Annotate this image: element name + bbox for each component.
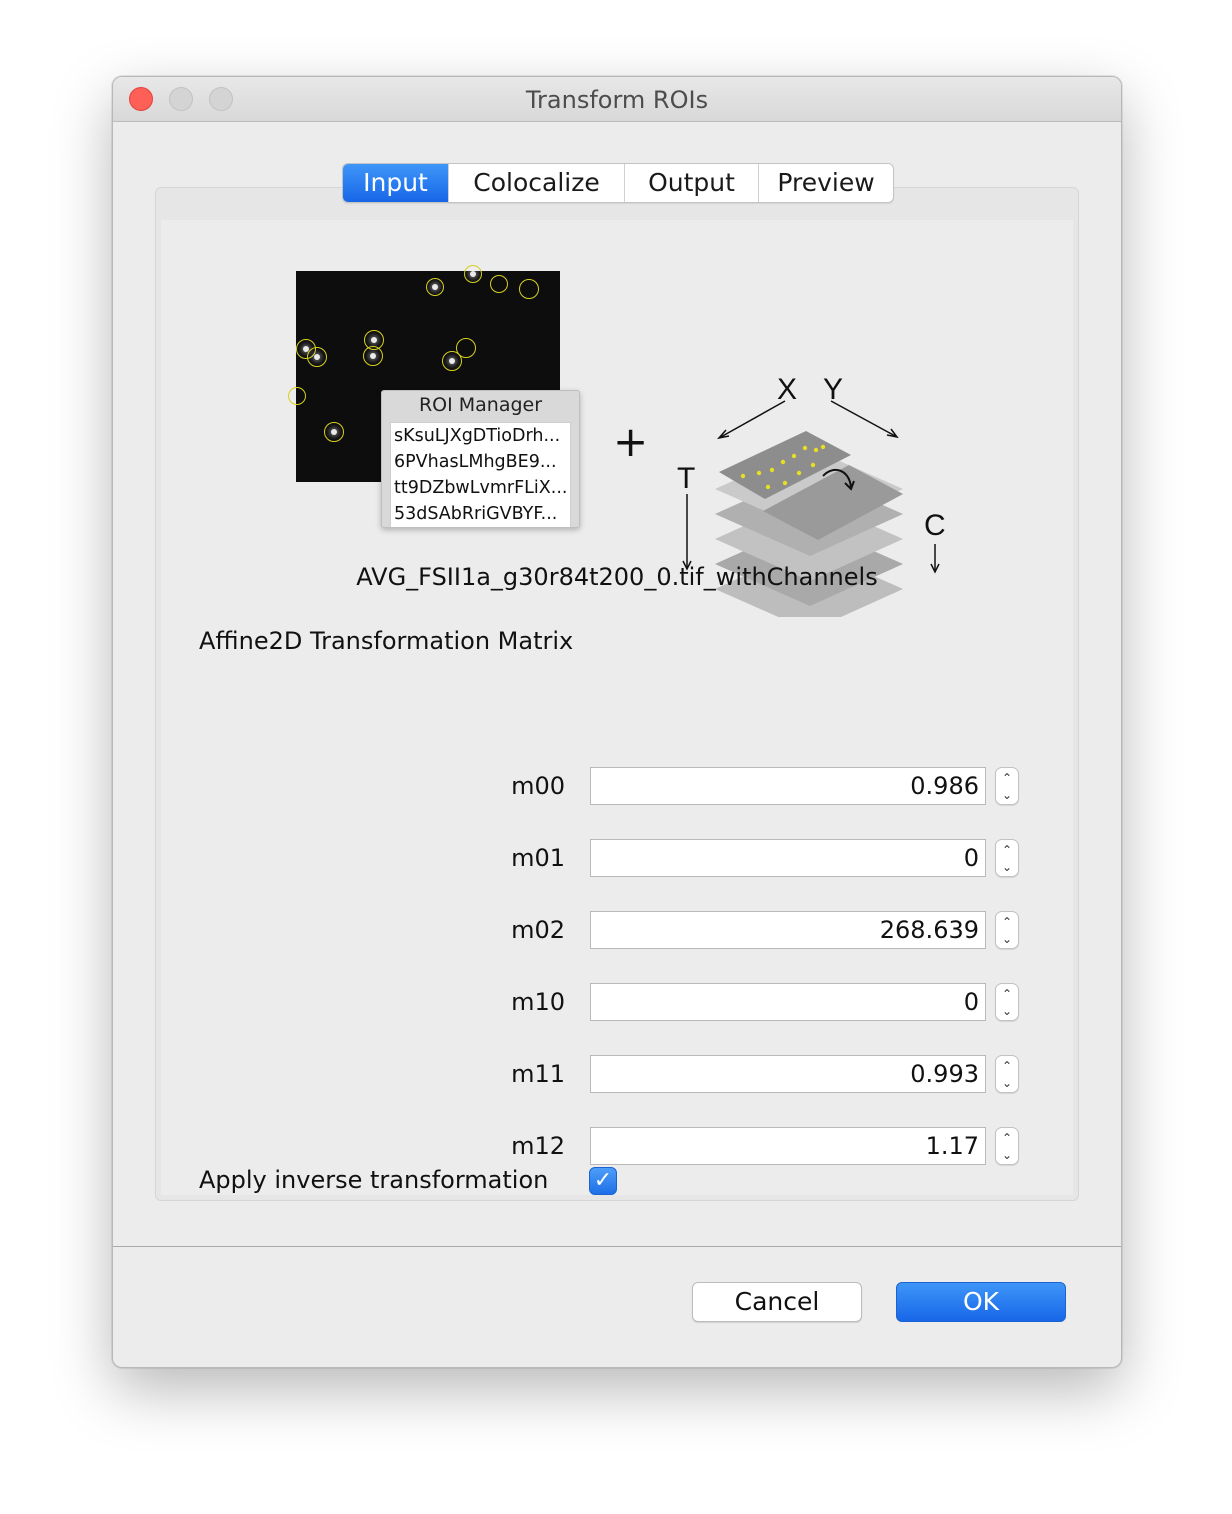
roi-list-item: 6PVhasLMhgBE9...: [394, 452, 557, 472]
matrix-section-title: Affine2D Transformation Matrix: [199, 627, 574, 655]
m10-field[interactable]: 0: [590, 983, 986, 1021]
c-axis-label: C: [924, 509, 946, 542]
title-bar: Transform ROIs: [113, 77, 1121, 122]
dialog-content: Input Colocalize Output Preview ROI Mana…: [113, 122, 1121, 1247]
matrix-row-m12: m12 1.17 ⌃ ⌄: [113, 1127, 1121, 1167]
matrix-row-m00: m00 0.986 ⌃ ⌄: [113, 767, 1121, 807]
matrix-row-m01: m01 0 ⌃ ⌄: [113, 839, 1121, 879]
tab-bar: Input Colocalize Output Preview: [342, 163, 894, 203]
dialog-window: Transform ROIs Input Colocalize Output P…: [112, 76, 1122, 1368]
matrix-label: m02: [511, 916, 565, 944]
spot-dot: [449, 358, 455, 364]
matrix-label: m11: [511, 1060, 565, 1088]
chevron-down-icon[interactable]: ⌄: [996, 786, 1018, 804]
chevron-up-icon[interactable]: ⌃: [996, 1057, 1018, 1075]
t-axis-label: T: [677, 462, 695, 495]
chevron-up-icon[interactable]: ⌃: [996, 1129, 1018, 1147]
matrix-label: m12: [511, 1132, 565, 1160]
chevron-down-icon[interactable]: ⌄: [996, 858, 1018, 876]
roi-circle: [490, 275, 508, 293]
inverse-transform-label: Apply inverse transformation: [199, 1166, 549, 1194]
roi-list-item: tt9DZbwLvmrFLiX...: [394, 478, 568, 498]
m01-stepper[interactable]: ⌃ ⌄: [995, 839, 1019, 877]
y-axis-arrow: [830, 400, 898, 438]
m12-stepper[interactable]: ⌃ ⌄: [995, 1127, 1019, 1165]
m02-stepper[interactable]: ⌃ ⌄: [995, 911, 1019, 949]
inverse-transform-checkbox[interactable]: ✓: [589, 1167, 617, 1195]
tab-input[interactable]: Input: [343, 164, 449, 202]
m00-field[interactable]: 0.986: [590, 767, 986, 805]
matrix-label: m01: [511, 844, 565, 872]
spot-dot: [432, 284, 438, 290]
m11-stepper[interactable]: ⌃ ⌄: [995, 1055, 1019, 1093]
ok-button[interactable]: OK: [896, 1282, 1066, 1322]
spot-dot: [371, 337, 377, 343]
y-axis-label: Y: [823, 373, 843, 406]
plus-sign: +: [613, 417, 649, 466]
m00-stepper[interactable]: ⌃ ⌄: [995, 767, 1019, 805]
matrix-row-m02: m02 268.639 ⌃ ⌄: [113, 911, 1121, 951]
chevron-up-icon[interactable]: ⌃: [996, 985, 1018, 1003]
roi-list: sKsuLJXgDTioDrh... 6PVhasLMhgBE9... tt9D…: [390, 422, 571, 527]
x-axis-arrow: [718, 400, 786, 439]
chevron-up-icon[interactable]: ⌃: [996, 769, 1018, 787]
tab-colocalize[interactable]: Colocalize: [449, 164, 625, 202]
x-axis-label: X: [777, 373, 797, 406]
matrix-label: m00: [511, 772, 565, 800]
matrix-row-m10: m10 0 ⌃ ⌄: [113, 983, 1121, 1023]
roi-manager-window: ROI Manager sKsuLJXgDTioDrh... 6PVhasLMh…: [381, 390, 580, 528]
chevron-up-icon[interactable]: ⌃: [996, 841, 1018, 859]
chevron-down-icon[interactable]: ⌄: [996, 1146, 1018, 1164]
m12-field[interactable]: 1.17: [590, 1127, 986, 1165]
roi-circle: [519, 279, 539, 299]
spot-dot: [331, 429, 337, 435]
m11-field[interactable]: 0.993: [590, 1055, 986, 1093]
roi-list-item: sKsuLJXgDTioDrh...: [394, 426, 561, 446]
window-title: Transform ROIs: [525, 86, 709, 114]
chevron-down-icon[interactable]: ⌄: [996, 1074, 1018, 1092]
image-filename: AVG_FSII1a_g30r84t200_0.tif_withChannels: [356, 563, 878, 591]
matrix-label: m10: [511, 988, 565, 1016]
m10-stepper[interactable]: ⌃ ⌄: [995, 983, 1019, 1021]
spot-dot: [314, 354, 320, 360]
roi-circle: [288, 387, 306, 405]
matrix-row-m11: m11 0.993 ⌃ ⌄: [113, 1055, 1121, 1095]
spot-dot: [470, 271, 476, 277]
m02-field[interactable]: 268.639: [590, 911, 986, 949]
chevron-down-icon[interactable]: ⌄: [996, 1002, 1018, 1020]
tab-output[interactable]: Output: [625, 164, 759, 202]
roi-manager-title: ROI Manager: [418, 394, 543, 416]
checkmark-icon: ✓: [593, 1168, 613, 1193]
m01-field[interactable]: 0: [590, 839, 986, 877]
tab-preview[interactable]: Preview: [759, 164, 893, 202]
spot-dot: [370, 353, 376, 359]
roi-list-item: 53dSAbRriGVBYF...: [394, 504, 558, 524]
chevron-up-icon[interactable]: ⌃: [996, 913, 1018, 931]
cancel-button[interactable]: Cancel: [692, 1282, 862, 1322]
chevron-down-icon[interactable]: ⌄: [996, 930, 1018, 948]
